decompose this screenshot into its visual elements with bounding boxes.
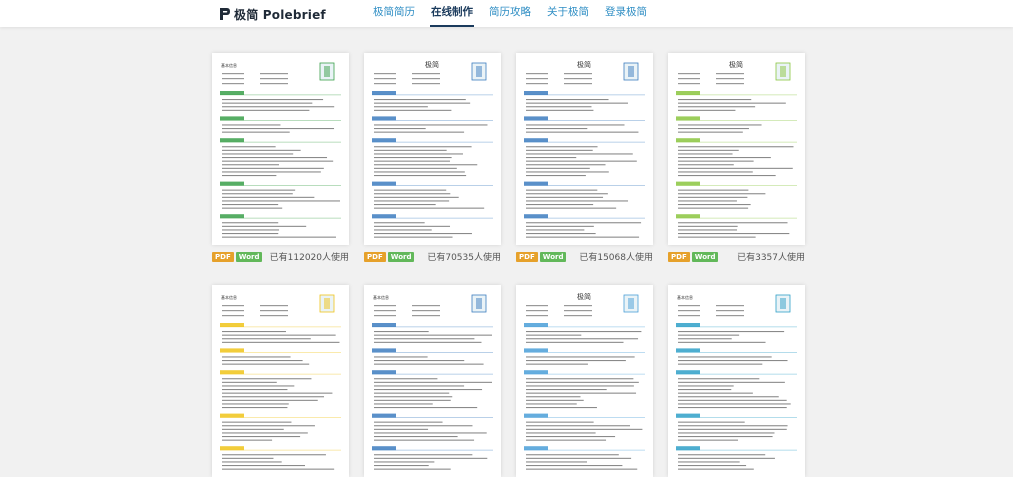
word-badge[interactable]: Word: [235, 251, 263, 262]
main-nav: 极简简历 在线制作 简历攻略 关于极简 登录极简: [372, 0, 662, 27]
resume-preview: 基本信息: [220, 294, 341, 470]
word-badge[interactable]: Word: [387, 251, 415, 262]
template-meta: PDF Word 已有3357人使用: [668, 250, 805, 263]
usage-count: 已有15068人使用: [579, 253, 653, 263]
svg-text:基本信息: 基本信息: [221, 62, 237, 68]
nav-item-about[interactable]: 关于极简: [546, 0, 590, 27]
resume-preview: 极简: [524, 60, 645, 238]
resume-thumbnail[interactable]: 基本信息: [212, 285, 349, 477]
nav-item-login[interactable]: 登录极简: [604, 0, 648, 27]
pdf-badge[interactable]: PDF: [212, 251, 234, 262]
pdf-badge[interactable]: PDF: [516, 251, 538, 262]
svg-text:极简: 极简: [577, 292, 591, 301]
resume-thumbnail[interactable]: 基本信息: [668, 285, 805, 477]
resume-thumbnail[interactable]: 极简: [364, 53, 501, 245]
word-badge[interactable]: Word: [691, 251, 719, 262]
resume-thumbnail[interactable]: 极简: [516, 285, 653, 477]
nav-item-jianli[interactable]: 极简简历: [372, 0, 416, 27]
resume-thumbnail[interactable]: 基本信息: [364, 285, 501, 477]
template-meta: PDF Word 已有112020人使用: [212, 250, 349, 263]
svg-text:基本信息: 基本信息: [373, 294, 389, 300]
svg-text:极简: 极简: [729, 60, 743, 69]
resume-thumbnail[interactable]: 极简: [516, 53, 653, 245]
resume-preview: 极简: [676, 60, 797, 238]
svg-text:基本信息: 基本信息: [677, 294, 693, 300]
logo-text: 极简 Polebrief: [234, 7, 326, 22]
resume-preview: 基本信息: [676, 294, 797, 470]
word-badge[interactable]: Word: [539, 251, 567, 262]
pdf-badge[interactable]: PDF: [668, 251, 690, 262]
resume-preview: 极简: [372, 60, 493, 238]
resume-preview: 基本信息: [220, 62, 341, 238]
svg-text:极简: 极简: [425, 60, 439, 69]
template-meta: PDF Word 已有15068人使用: [516, 250, 653, 263]
usage-count: 已有3357人使用: [737, 253, 805, 263]
resume-thumbnail[interactable]: 基本信息: [212, 53, 349, 245]
site-header: 极简 Polebrief 极简简历 在线制作 简历攻略 关于极简 登录极简: [0, 0, 1013, 27]
usage-count: 已有70535人使用: [427, 253, 501, 263]
nav-item-online-make[interactable]: 在线制作: [430, 0, 474, 27]
usage-count: 已有112020人使用: [269, 253, 349, 263]
svg-text:基本信息: 基本信息: [221, 294, 237, 300]
logo[interactable]: 极简 Polebrief: [219, 5, 326, 23]
resume-preview: 极简: [524, 292, 645, 470]
svg-text:极简: 极简: [577, 60, 591, 69]
pdf-badge[interactable]: PDF: [364, 251, 386, 262]
nav-item-guide[interactable]: 简历攻略: [488, 0, 532, 27]
logo-icon: [220, 8, 230, 20]
template-meta: PDF Word 已有70535人使用: [364, 250, 501, 263]
resume-preview: 基本信息: [372, 294, 493, 470]
resume-thumbnail[interactable]: 极简: [668, 53, 805, 245]
